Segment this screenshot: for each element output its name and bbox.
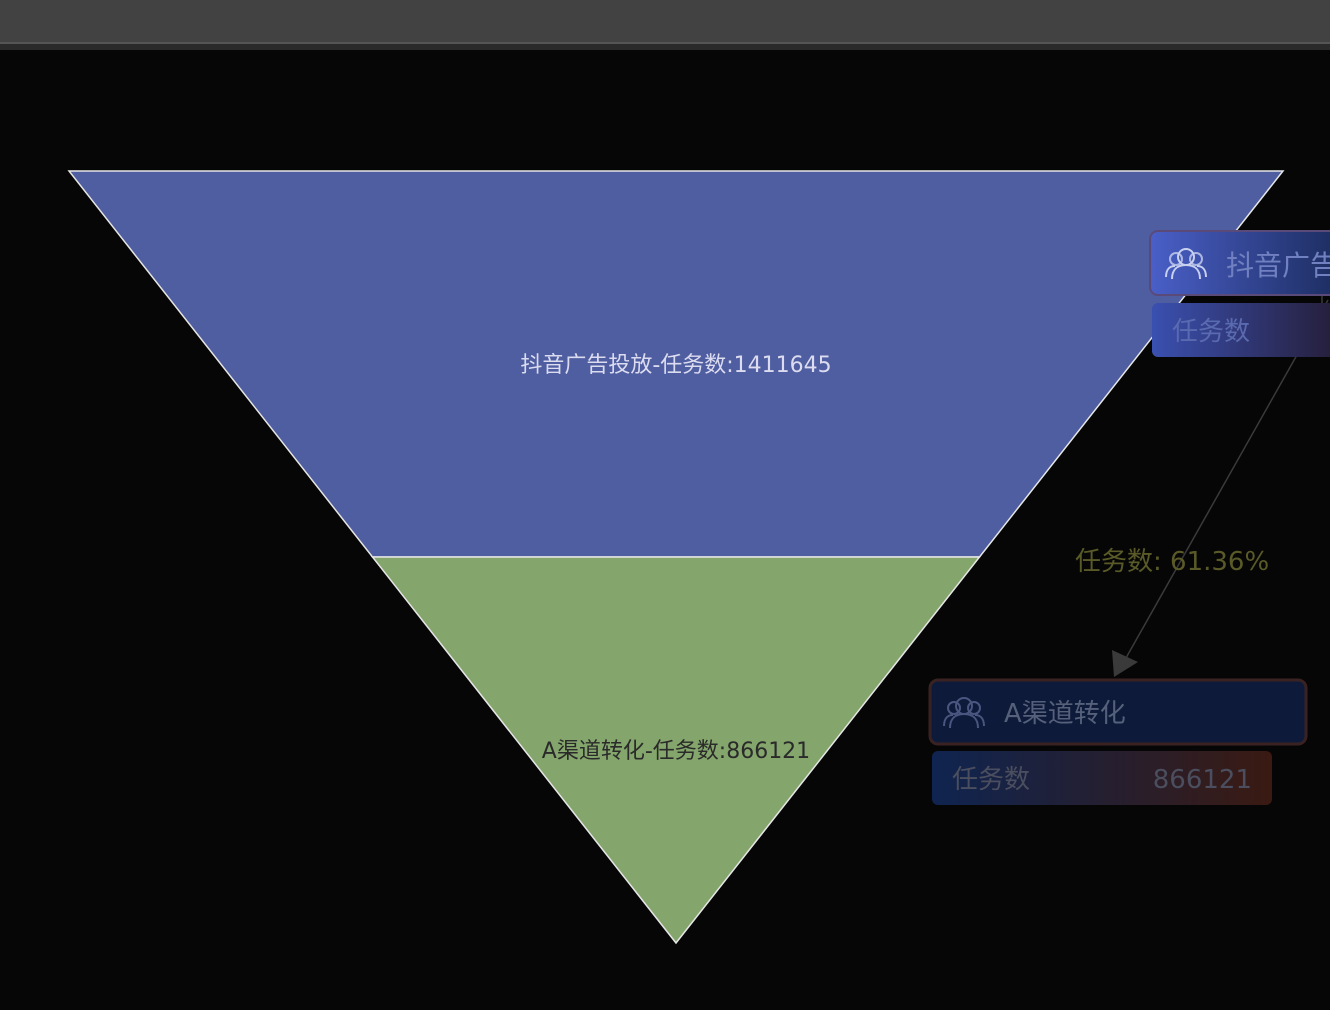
- stage-card-metric-label: 任务数: [952, 765, 1030, 795]
- stage-card-a-channel[interactable]: A渠道转化 任务数 866121: [928, 678, 1308, 805]
- funnel-stage-douyin-ad-label: 抖音广告投放-任务数:1411645: [520, 353, 831, 378]
- funnel-stage-a-channel-label: A渠道转化-任务数:866121: [542, 739, 810, 764]
- funnel-chart-area: 抖音广告投放-任务数:1411645 A渠道转化-任务数:866121 任务数:…: [0, 50, 1330, 1006]
- conversion-rate-label: 任务数: 61.36%: [1075, 547, 1269, 577]
- funnel-chart: 抖音广告投放-任务数:1411645 A渠道转化-任务数:866121 任务数:…: [67, 170, 1330, 945]
- stage-card-title: A渠道转化: [1004, 699, 1126, 729]
- stage-card-metric-value: 866121: [1153, 765, 1252, 795]
- stage-card-douyin-ad[interactable]: 抖音广告 任务数: [1149, 230, 1330, 357]
- top-bar-divider: [0, 42, 1330, 50]
- conversion-arrowhead: [1112, 650, 1138, 677]
- top-bar: [0, 0, 1330, 42]
- stage-card-title: 抖音广告: [1226, 249, 1330, 282]
- stage-card-metric-label: 任务数: [1172, 317, 1250, 347]
